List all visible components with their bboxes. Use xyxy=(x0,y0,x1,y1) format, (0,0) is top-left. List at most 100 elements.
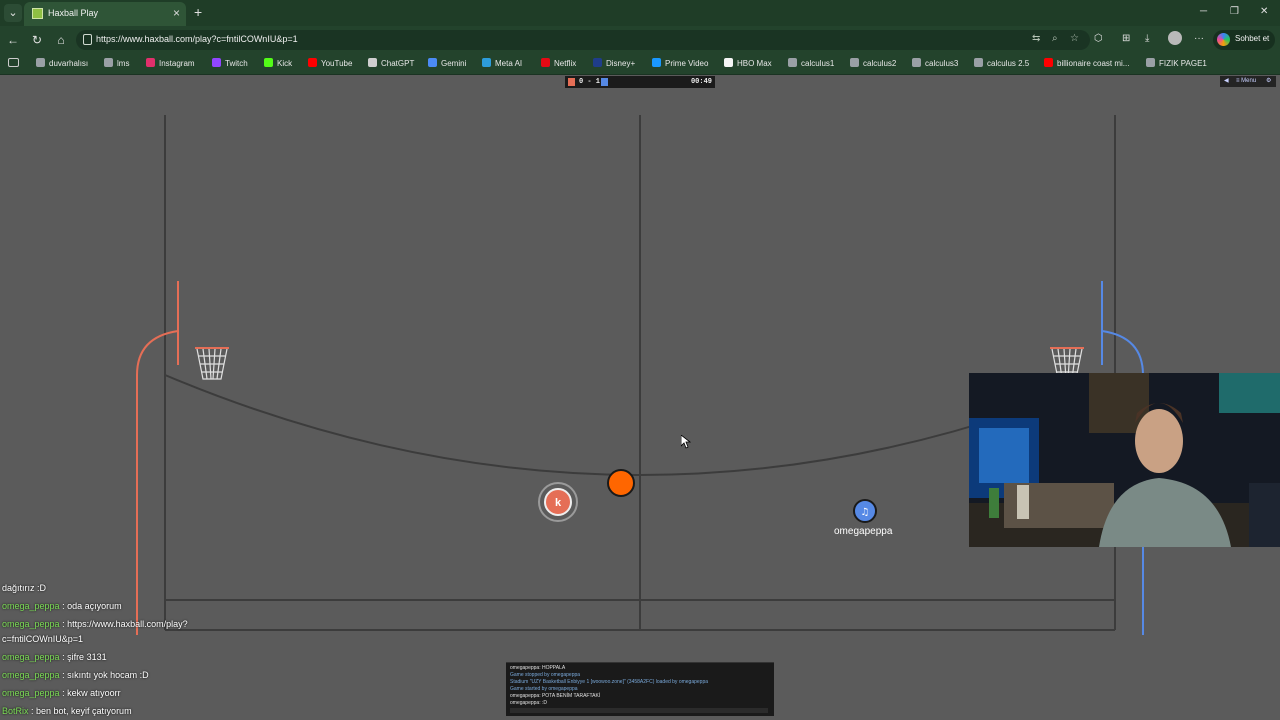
scoreboard: 0 - 1 00:49 xyxy=(565,76,715,88)
chat-input[interactable] xyxy=(510,708,768,713)
bookmark-item[interactable]: calculus3 xyxy=(912,57,958,71)
chat-username: omega_peppa xyxy=(2,601,60,611)
tab-bar: ⌄ Haxball Play × + ─ ❐ ✕ xyxy=(0,0,1280,26)
bookmark-item[interactable]: duvarhalısı xyxy=(36,57,88,71)
close-window-icon[interactable]: ✕ xyxy=(1260,6,1268,17)
collections-icon[interactable]: ⊞ xyxy=(1122,33,1130,44)
twitch-icon xyxy=(212,58,221,67)
maximize-icon[interactable]: ❐ xyxy=(1230,6,1239,17)
chat-message: c=fntilCOWnIU&p=1 xyxy=(2,634,83,644)
favorite-star-icon[interactable]: ☆ xyxy=(1070,33,1079,44)
meta-ai-icon xyxy=(482,58,491,67)
score: 0 - 1 xyxy=(579,78,601,86)
address-url[interactable]: https://www.haxball.com/play?c=fntilCOWn… xyxy=(96,34,298,44)
copilot-icon xyxy=(1217,33,1230,46)
chat-message: omega_peppa : şifre 3131 xyxy=(2,652,107,662)
bookmark-label: YouTube xyxy=(321,59,353,68)
red-hoop-net-icon xyxy=(195,347,229,380)
sidebar-toggle-icon[interactable] xyxy=(8,58,19,67)
tab-haxball[interactable]: Haxball Play × xyxy=(24,2,186,26)
bookmark-item[interactable]: HBO Max xyxy=(724,57,772,71)
bookmark-item[interactable]: Disney+ xyxy=(593,57,635,71)
chat-username: omega_peppa xyxy=(2,619,60,629)
globe-icon xyxy=(850,58,859,67)
chat-text: dağıtırız :D xyxy=(2,583,47,593)
bookmark-item[interactable]: calculus2 xyxy=(850,57,896,71)
bookmark-item[interactable]: Gemini xyxy=(428,57,466,71)
bookmark-item[interactable]: Prime Video xyxy=(652,57,708,71)
copilot-button[interactable]: Sohbet et xyxy=(1213,30,1275,50)
bookmark-label: duvarhalısı xyxy=(49,59,89,68)
chat-text: : şifre 3131 xyxy=(59,652,107,662)
reload-icon[interactable]: ↻ xyxy=(29,32,45,48)
bookmark-item[interactable]: calculus1 xyxy=(788,57,834,71)
bookmark-label: HBO Max xyxy=(737,59,772,68)
bookmark-item[interactable]: ChatGPT xyxy=(368,57,414,71)
bookmark-item[interactable]: Kick xyxy=(264,57,292,71)
bookmark-item[interactable]: Twitch xyxy=(212,57,248,71)
chatgpt-icon xyxy=(368,58,377,67)
haxball-favicon-icon xyxy=(32,8,43,19)
red-team-indicator xyxy=(568,78,575,86)
bookmark-item[interactable]: Netflix xyxy=(541,57,576,71)
sound-icon[interactable]: ◀ xyxy=(1224,77,1229,86)
haxball-game-canvas[interactable]: k ♫ 0 - 1 00:49 ◀ ≡ Menu ⚙ omegapeppa da… xyxy=(0,75,1280,720)
bookmark-item[interactable]: Meta AI xyxy=(482,57,522,71)
globe-icon xyxy=(912,58,921,67)
tab-title: Haxball Play xyxy=(48,8,99,18)
tab-close-icon[interactable]: × xyxy=(173,6,180,20)
settings-icon[interactable]: ⚙ xyxy=(1266,77,1271,86)
blue-team-indicator xyxy=(601,78,608,86)
home-icon[interactable]: ⌂ xyxy=(53,32,69,48)
address-bar[interactable]: https://www.haxball.com/play?c=fntilCOWn… xyxy=(76,30,1090,50)
chat-username: omega_peppa xyxy=(2,670,60,680)
bookmark-label: Disney+ xyxy=(606,59,636,68)
tab-list-chevron-icon[interactable]: ⌄ xyxy=(4,4,22,22)
bookmark-item[interactable]: billionaire coast mi... xyxy=(1044,57,1129,71)
console-line: Game stopped by omegapeppa xyxy=(510,672,581,678)
more-options-icon[interactable]: ··· xyxy=(1194,33,1204,44)
bookmark-item[interactable]: lms xyxy=(104,57,129,71)
bookmark-item[interactable]: YouTube xyxy=(308,57,352,71)
chat-message: omega_peppa : oda açıyorum xyxy=(2,601,122,611)
site-info-icon[interactable] xyxy=(83,34,92,45)
back-arrow-icon[interactable]: ← xyxy=(5,32,21,48)
console-line: Stadium "UZY Basketball Enbiyye 1 [woowo… xyxy=(510,679,709,685)
bookmark-label: FIZIK PAGE1 xyxy=(1159,59,1207,68)
kick-icon xyxy=(264,58,273,67)
youtube-icon xyxy=(1044,58,1053,67)
bookmark-label: Meta AI xyxy=(495,59,523,68)
zoom-icon[interactable]: ⌕ xyxy=(1052,33,1058,44)
chat-message: omega_peppa : sıkıntı yok hocam :D xyxy=(2,670,149,680)
bookmark-item[interactable]: calculus 2.5 xyxy=(974,57,1029,71)
chat-text: : sıkıntı yok hocam :D xyxy=(59,670,149,680)
chat-username: omega_peppa xyxy=(2,652,60,662)
webcam-overlay xyxy=(969,373,1280,547)
mouse-cursor-icon xyxy=(681,435,691,449)
chat-username: BotRix xyxy=(2,706,29,716)
bookmarks-bar: duvarhalısı lms Instagram Twitch Kick Yo… xyxy=(0,54,1280,75)
console-line: omegapeppa: HOPPALA xyxy=(510,665,566,671)
copilot-label: Sohbet et xyxy=(1235,34,1270,43)
menu-button[interactable]: ≡ Menu xyxy=(1236,77,1256,86)
chat-text: : oda açıyorum xyxy=(59,601,122,611)
bookmark-label: ChatGPT xyxy=(381,59,415,68)
bookmark-item[interactable]: FIZIK PAGE1 xyxy=(1146,57,1207,71)
translate-icon[interactable]: ⇆ xyxy=(1032,33,1040,44)
chat-text: : ben bot, keyif çatıyorum xyxy=(28,706,132,716)
console-line: Game started by omegapeppa xyxy=(510,686,578,692)
downloads-icon[interactable]: ⤓ xyxy=(1145,33,1149,44)
minimize-icon[interactable]: ─ xyxy=(1200,6,1207,17)
bookmark-label: calculus3 xyxy=(925,59,959,68)
globe-icon xyxy=(1146,58,1155,67)
extensions-icon[interactable]: ⬡ xyxy=(1094,33,1103,44)
chat-text: c=fntilCOWnIU&p=1 xyxy=(2,634,84,644)
bookmark-label: lms xyxy=(117,59,130,68)
bookmark-label: calculus1 xyxy=(801,59,835,68)
chat-message: BotRix : ben bot, keyif çatıyorum xyxy=(2,706,132,716)
chat-text: : kekw atıyoorr xyxy=(59,688,121,698)
new-tab-plus-icon[interactable]: + xyxy=(194,4,202,20)
profile-avatar-icon[interactable] xyxy=(1168,31,1182,45)
youtube-icon xyxy=(308,58,317,67)
bookmark-item[interactable]: Instagram xyxy=(146,57,195,71)
